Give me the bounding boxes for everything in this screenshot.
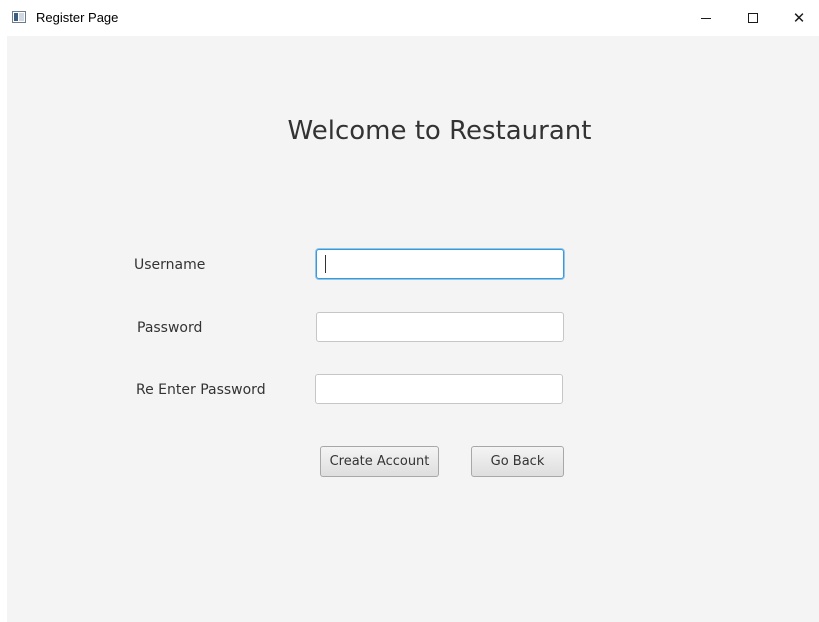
close-button[interactable]: ✕ bbox=[776, 0, 819, 36]
form-panel: Welcome to Restaurant Username Password … bbox=[7, 36, 819, 622]
username-input[interactable] bbox=[316, 249, 564, 279]
title-bar[interactable]: Register Page ✕ bbox=[0, 0, 819, 36]
create-account-button[interactable]: Create Account bbox=[320, 446, 439, 477]
register-window: Register Page ✕ Welcome to Restaurant Us… bbox=[0, 0, 819, 622]
app-icon bbox=[12, 11, 26, 23]
window-title: Register Page bbox=[36, 10, 119, 25]
username-label: Username bbox=[134, 257, 206, 273]
close-icon: ✕ bbox=[792, 9, 806, 27]
text-cursor bbox=[325, 255, 326, 273]
password-label: Password bbox=[137, 320, 203, 336]
minimize-icon bbox=[701, 17, 711, 19]
password-input[interactable] bbox=[316, 312, 564, 342]
reenter-password-input[interactable] bbox=[315, 374, 563, 404]
page-title: Welcome to Restaurant bbox=[287, 116, 592, 146]
reenter-password-label: Re Enter Password bbox=[136, 382, 266, 398]
minimize-button[interactable] bbox=[683, 0, 729, 36]
maximize-button[interactable] bbox=[730, 0, 776, 36]
maximize-icon bbox=[748, 13, 758, 23]
go-back-button[interactable]: Go Back bbox=[471, 446, 564, 477]
